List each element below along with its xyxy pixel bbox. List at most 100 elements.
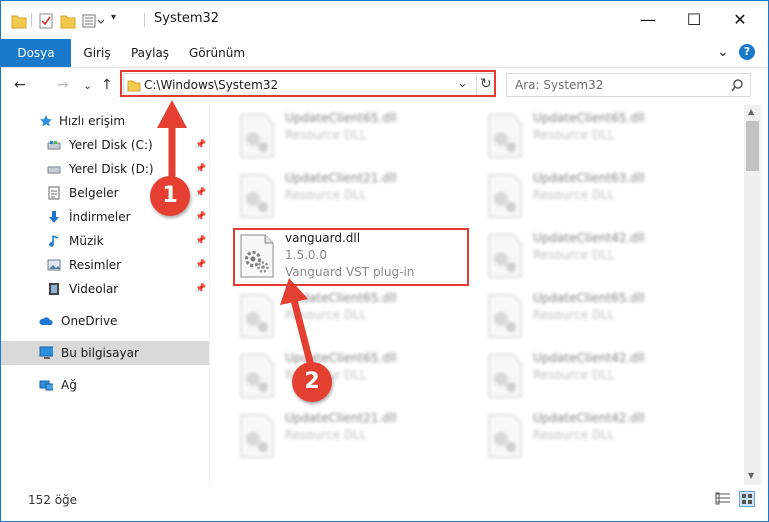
window-title: System32 — [154, 11, 220, 26]
sidebar-item-label: Yerel Disk (C:) — [69, 138, 153, 152]
videos-icon — [49, 283, 59, 295]
address-highlight-box — [120, 70, 496, 97]
sidebar-item-pictures[interactable]: Resimler 📌 — [1, 253, 209, 277]
file-name: UpdateClient65.dll — [533, 111, 645, 125]
file-item[interactable]: UpdateClient63.dll Resource DLL — [481, 169, 721, 227]
title-bar: ▾ System32 — ☐ ✕ — [1, 1, 768, 39]
sidebar-item-label: Belgeler — [69, 186, 119, 200]
back-button[interactable]: ← — [14, 77, 26, 93]
file-item[interactable]: UpdateClient65.dll Resource DLL — [233, 349, 473, 407]
file-name: UpdateClient21.dll — [285, 411, 397, 425]
expand-ribbon-icon[interactable]: ⌄ — [717, 44, 729, 60]
sidebar-item-music[interactable]: Müzik 📌 — [1, 229, 209, 253]
file-description: Resource DLL — [533, 248, 615, 262]
tab-share[interactable]: Paylaş — [125, 39, 175, 67]
file-item[interactable]: UpdateClient42.dll Resource DLL — [481, 409, 721, 467]
maximize-button[interactable]: ☐ — [671, 1, 717, 37]
dll-file-icon — [240, 174, 274, 218]
vertical-scrollbar[interactable]: ▲ ▼ — [744, 105, 761, 485]
network-icon — [39, 380, 53, 391]
sidebar-item-label: Bu bilgisayar — [61, 346, 139, 360]
dll-file-icon — [488, 234, 522, 278]
file-item[interactable]: UpdateClient65.dll Resource DLL — [481, 289, 721, 347]
recent-locations-button[interactable]: ⌄ — [83, 79, 92, 92]
file-item[interactable]: UpdateClient42.dll Resource DLL — [481, 349, 721, 407]
ribbon-tabs: Dosya Giriş Paylaş Görünüm ⌄ ? — [1, 39, 768, 68]
status-bar: 152 öğe — [1, 487, 768, 513]
file-description: Resource DLL — [533, 368, 615, 382]
file-name: UpdateClient42.dll — [533, 411, 645, 425]
search-input[interactable]: Ara: System32 — [515, 78, 603, 92]
file-description: Resource DLL — [533, 128, 615, 142]
navigation-pane: Hızlı erişim Yerel Disk (C:) 📌 Yerel Dis… — [1, 105, 209, 485]
new-folder-icon[interactable] — [60, 12, 76, 30]
customize-toolbar-icon[interactable] — [82, 12, 104, 30]
sidebar-item-label: Yerel Disk (D:) — [69, 162, 154, 176]
forward-button[interactable]: → — [57, 77, 69, 93]
details-view-icon[interactable] — [715, 492, 731, 506]
file-highlight-box — [233, 228, 469, 286]
tab-file[interactable]: Dosya — [1, 39, 71, 67]
scroll-up-icon[interactable]: ▲ — [748, 107, 754, 116]
sidebar-item-label: Videolar — [69, 282, 119, 296]
tab-view[interactable]: Görünüm — [187, 39, 247, 67]
folder-icon — [11, 15, 27, 29]
search-icon[interactable] — [731, 79, 744, 92]
dll-file-icon — [488, 114, 522, 158]
sidebar-item-label: Müzik — [69, 234, 104, 248]
star-icon — [40, 115, 52, 127]
close-button[interactable]: ✕ — [717, 1, 763, 37]
pin-icon: 📌 — [195, 188, 207, 198]
properties-icon[interactable] — [38, 12, 54, 30]
file-name: UpdateClient63.dll — [533, 171, 645, 185]
file-description: Resource DLL — [533, 428, 615, 442]
scroll-down-icon[interactable]: ▼ — [748, 471, 754, 480]
file-item[interactable]: UpdateClient21.dll Resource DLL — [233, 409, 473, 467]
file-name: UpdateClient21.dll — [285, 171, 397, 185]
dll-file-icon — [488, 174, 522, 218]
dll-file-icon — [488, 414, 522, 458]
step-2-badge: 2 — [292, 362, 332, 402]
up-button[interactable]: ↑ — [101, 77, 113, 93]
file-name: UpdateClient42.dll — [533, 231, 645, 245]
file-item[interactable]: UpdateClient21.dll Resource DLL — [233, 169, 473, 227]
dll-file-icon — [488, 354, 522, 398]
sidebar-item-network[interactable]: Ağ — [1, 373, 209, 397]
tab-home[interactable]: Giriş — [78, 39, 116, 67]
cloud-icon — [39, 317, 53, 325]
help-icon[interactable]: ? — [739, 44, 755, 60]
qa-dropdown-icon[interactable]: ▾ — [111, 12, 116, 23]
file-description: Resource DLL — [285, 308, 367, 322]
dll-file-icon — [240, 354, 274, 398]
dll-file-icon — [240, 414, 274, 458]
sidebar-item-local-disk-c[interactable]: Yerel Disk (C:) 📌 — [1, 133, 209, 157]
file-item[interactable]: UpdateClient65.dll Resource DLL — [233, 289, 473, 347]
file-description: Resource DLL — [285, 128, 367, 142]
sidebar-item-label: Hızlı erişim — [59, 114, 126, 128]
drive-icon — [47, 166, 61, 174]
pin-icon: 📌 — [195, 212, 207, 222]
large-icons-view-icon[interactable] — [739, 491, 755, 507]
item-count: 152 öğe — [28, 493, 78, 507]
pin-icon: 📌 — [195, 260, 207, 270]
file-item[interactable]: UpdateClient42.dll Resource DLL — [481, 229, 721, 287]
file-name: UpdateClient65.dll — [285, 291, 397, 305]
sidebar-item-quick-access[interactable]: Hızlı erişim — [1, 109, 209, 133]
search-box[interactable]: Ara: System32 — [506, 73, 751, 97]
documents-icon — [48, 186, 60, 200]
file-name: UpdateClient65.dll — [285, 351, 397, 365]
file-name: UpdateClient65.dll — [533, 291, 645, 305]
sidebar-item-this-pc[interactable]: Bu bilgisayar — [1, 341, 209, 365]
sidebar-item-label: OneDrive — [61, 314, 118, 328]
file-item[interactable]: UpdateClient65.dll Resource DLL — [481, 109, 721, 167]
music-icon — [49, 235, 59, 247]
pictures-icon — [47, 259, 61, 271]
sidebar-item-onedrive[interactable]: OneDrive — [1, 309, 209, 333]
file-description: Resource DLL — [533, 308, 615, 322]
file-item[interactable]: UpdateClient65.dll Resource DLL — [233, 109, 473, 167]
pin-icon: 📌 — [195, 284, 207, 294]
pin-icon: 📌 — [195, 164, 207, 174]
sidebar-item-videos[interactable]: Videolar 📌 — [1, 277, 209, 301]
scrollbar-thumb[interactable] — [746, 121, 759, 171]
minimize-button[interactable]: — — [625, 1, 671, 37]
